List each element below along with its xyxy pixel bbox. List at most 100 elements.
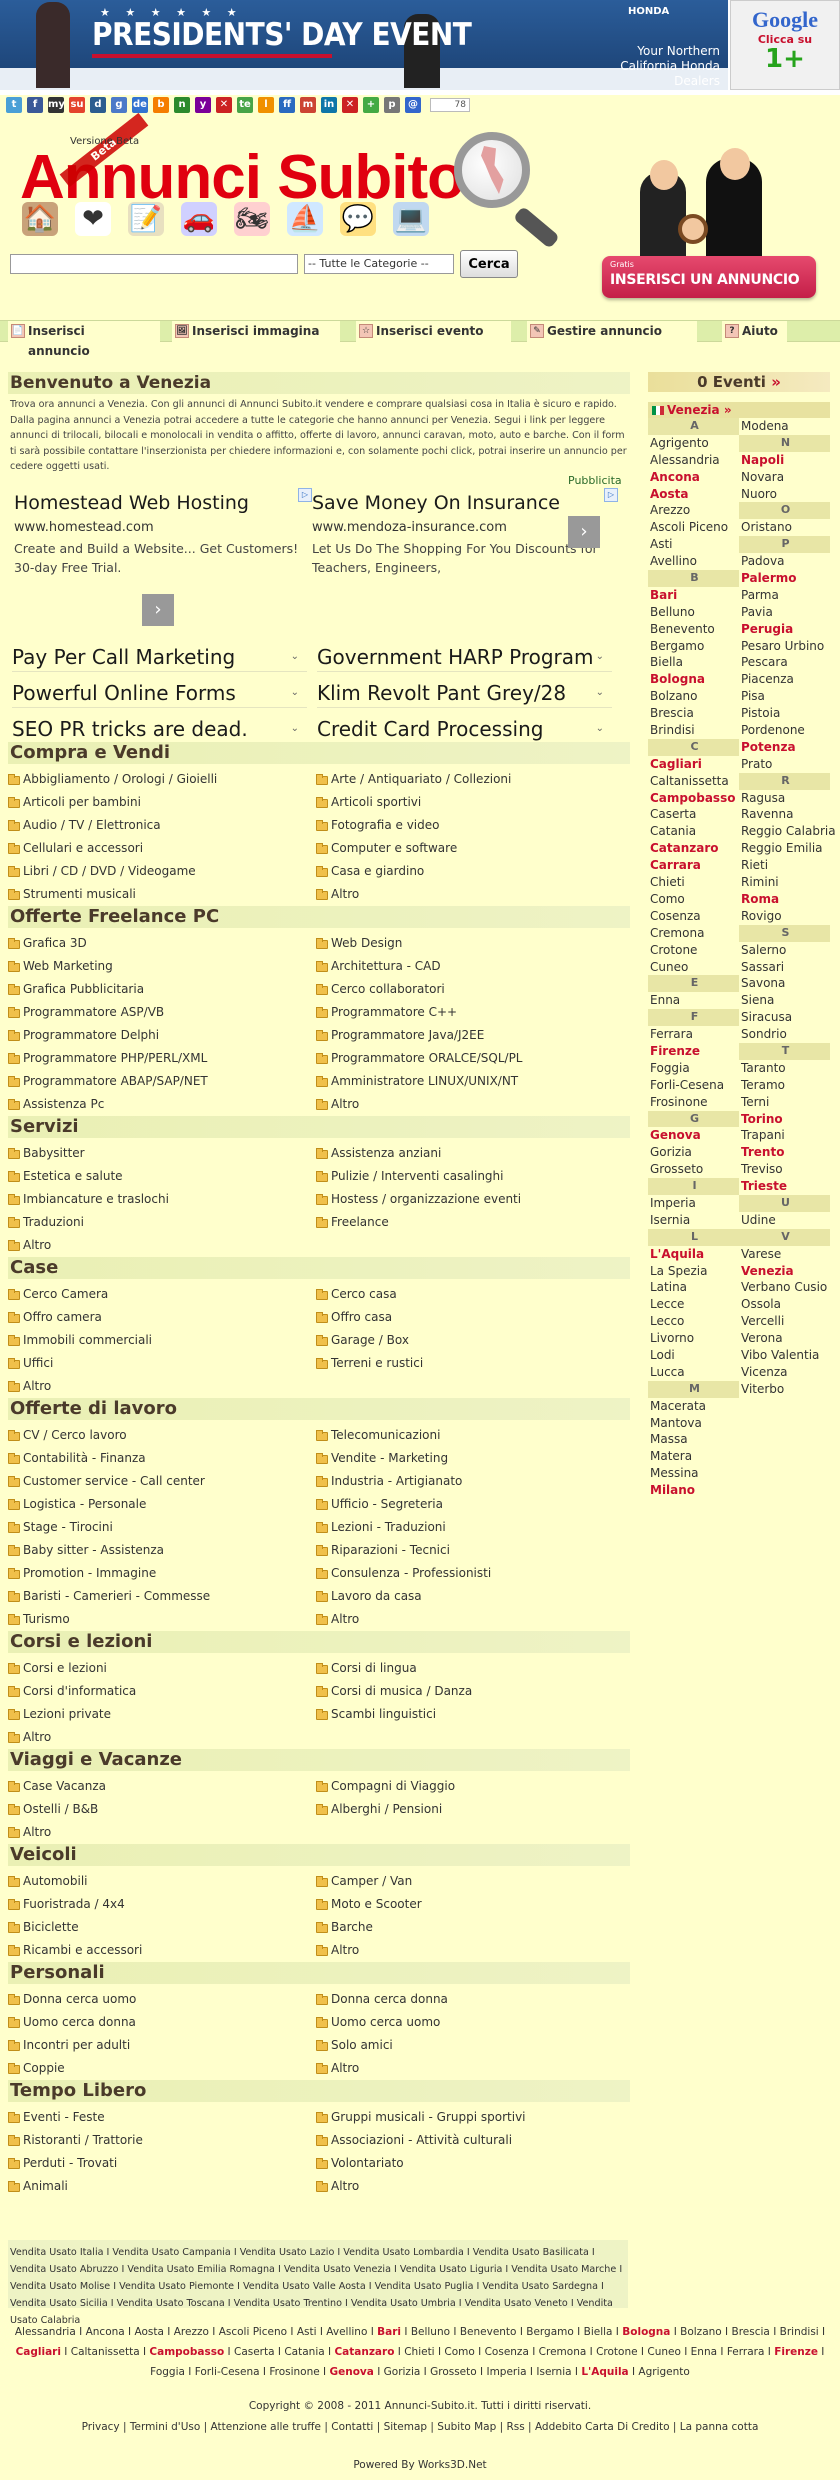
- category-link[interactable]: Compagni di Viaggio: [316, 1775, 616, 1798]
- city-link[interactable]: Cremona: [648, 925, 739, 942]
- category-link[interactable]: Assistenza Pc: [8, 1093, 308, 1116]
- footer-city-link[interactable]: Foggia: [150, 2366, 185, 2378]
- honda-banner-ad[interactable]: ★ ★ ★ ★ ★ ★ PRESIDENTS' DAY EVENT HONDA …: [0, 0, 728, 90]
- city-link[interactable]: Varese: [739, 1246, 830, 1263]
- category-link[interactable]: Uomo cerca uomo: [316, 2011, 616, 2034]
- city-link[interactable]: Piacenza: [739, 671, 830, 688]
- footer-city-link[interactable]: Asti: [297, 2326, 317, 2338]
- footer-city-link[interactable]: Ascoli Piceno: [219, 2326, 287, 2338]
- nav-inserisci-annuncio[interactable]: 📄 Inserisci annuncio: [8, 321, 160, 358]
- category-link[interactable]: Grafica Pubblicitaria: [8, 978, 308, 1001]
- closed-icon-2[interactable]: ✕: [342, 97, 358, 113]
- category-link[interactable]: Altro: [316, 2057, 616, 2080]
- friendfeed-icon[interactable]: ff: [279, 97, 295, 113]
- city-link[interactable]: Torino: [739, 1111, 830, 1128]
- city-link[interactable]: Nuoro: [739, 486, 830, 503]
- footer-city-link[interactable]: Biella: [584, 2326, 613, 2338]
- city-link[interactable]: Reggio Emilia: [739, 840, 830, 857]
- city-link[interactable]: Palermo: [739, 570, 830, 587]
- category-link[interactable]: CV / Cerco lavoro: [8, 1424, 308, 1447]
- city-link[interactable]: Genova: [648, 1127, 739, 1144]
- search-button[interactable]: Cerca: [460, 250, 518, 278]
- city-link[interactable]: Pordenone: [739, 722, 830, 739]
- city-link[interactable]: Imperia: [648, 1195, 739, 1212]
- footer-city-link[interactable]: Caltanissetta: [71, 2346, 140, 2358]
- category-link[interactable]: Eventi - Feste: [8, 2106, 308, 2129]
- category-link[interactable]: Consulenza - Professionisti: [316, 1562, 616, 1585]
- category-link[interactable]: Fotografia e video: [316, 814, 616, 837]
- city-link[interactable]: Foggia: [648, 1060, 739, 1077]
- category-link[interactable]: Strumenti musicali: [8, 883, 308, 906]
- city-link[interactable]: Vercelli: [739, 1313, 830, 1330]
- footer-city-link[interactable]: Belluno: [411, 2326, 450, 2338]
- footer-city-link[interactable]: Isernia: [536, 2366, 571, 2378]
- category-link[interactable]: Freelance: [316, 1211, 616, 1234]
- city-link[interactable]: Oristano: [739, 519, 830, 536]
- category-link[interactable]: Automobili: [8, 1870, 308, 1893]
- city-link[interactable]: Lecco: [648, 1313, 739, 1330]
- footer-link[interactable]: Attenzione alle truffe: [211, 2421, 322, 2433]
- city-link[interactable]: Bolzano: [648, 688, 739, 705]
- category-link[interactable]: Turismo: [8, 1608, 308, 1631]
- category-link[interactable]: Altro: [316, 883, 616, 906]
- category-link[interactable]: Biciclette: [8, 1916, 308, 1939]
- city-link[interactable]: Trapani: [739, 1127, 830, 1144]
- city-link[interactable]: Mantova: [648, 1415, 739, 1432]
- category-link[interactable]: Altro: [316, 1608, 616, 1631]
- footer-city-link[interactable]: Avellino: [326, 2326, 367, 2338]
- city-link[interactable]: Terni: [739, 1094, 830, 1111]
- nav-inserisci-immagina[interactable]: 🖼 Inserisci immagina: [172, 321, 340, 342]
- ad-title[interactable]: Save Money On Insurance: [312, 492, 610, 514]
- twitter-icon[interactable]: t: [6, 97, 22, 113]
- footer-city-link[interactable]: Catania: [284, 2346, 324, 2358]
- city-link[interactable]: Parma: [739, 587, 830, 604]
- category-link[interactable]: Volontariato: [316, 2152, 616, 2175]
- city-link[interactable]: Ferrara: [648, 1026, 739, 1043]
- ad-homestead[interactable]: Homestead Web Hosting www.homestead.com …: [14, 492, 312, 577]
- category-link[interactable]: Uffici: [8, 1352, 308, 1375]
- footer-link[interactable]: Rss: [506, 2421, 524, 2433]
- category-link[interactable]: Alberghi / Pensioni: [316, 1798, 616, 1821]
- footer-city-link[interactable]: Frosinone: [269, 2366, 319, 2378]
- digg-icon[interactable]: d: [90, 97, 106, 113]
- city-link[interactable]: Verbano Cusio: [739, 1279, 830, 1296]
- category-link[interactable]: Programmatore C++: [316, 1001, 616, 1024]
- city-link[interactable]: Ravenna: [739, 806, 830, 823]
- category-link[interactable]: Pulizie / Interventi casalinghi: [316, 1165, 616, 1188]
- city-link[interactable]: Cosenza: [648, 908, 739, 925]
- footer-city-link[interactable]: Bolzano: [680, 2326, 722, 2338]
- netvibes-icon[interactable]: n: [174, 97, 190, 113]
- category-link[interactable]: Assistenza anziani: [316, 1142, 616, 1165]
- city-link[interactable]: Pescara: [739, 654, 830, 671]
- closed-icon-1[interactable]: ✕: [216, 97, 232, 113]
- footer-city-link[interactable]: Aosta: [134, 2326, 163, 2338]
- category-link[interactable]: Gruppi musicali - Gruppi sportivi: [316, 2106, 616, 2129]
- footer-city-link[interactable]: Ancona: [86, 2326, 125, 2338]
- category-link[interactable]: Scambi linguistici: [316, 1703, 616, 1726]
- footer-city-link[interactable]: Campobasso: [149, 2346, 224, 2358]
- footer-city-link[interactable]: Benevento: [460, 2326, 517, 2338]
- category-link[interactable]: Corsi d'informatica: [8, 1680, 308, 1703]
- city-link[interactable]: L'Aquila: [648, 1246, 739, 1263]
- keyword-link[interactable]: Klim Revolt Pant Grey/28 ⌄: [317, 678, 612, 708]
- city-link[interactable]: Bergamo: [648, 638, 739, 655]
- city-link[interactable]: Belluno: [648, 604, 739, 621]
- footer-seo-links[interactable]: Vendita Usato Italia I Vendita Usato Cam…: [8, 2240, 628, 2326]
- current-city[interactable]: Venezia »: [648, 402, 830, 418]
- city-link[interactable]: Messina: [648, 1465, 739, 1482]
- city-link[interactable]: Latina: [648, 1279, 739, 1296]
- category-link[interactable]: Altro: [8, 1821, 308, 1844]
- category-link[interactable]: Associazioni - Attività culturali: [316, 2129, 616, 2152]
- category-link[interactable]: Ufficio - Segreteria: [316, 1493, 616, 1516]
- stumbleupon-icon[interactable]: su: [69, 97, 85, 113]
- city-link[interactable]: Brescia: [648, 705, 739, 722]
- category-link[interactable]: Corsi di lingua: [316, 1657, 616, 1680]
- city-link[interactable]: Lecce: [648, 1296, 739, 1313]
- city-link[interactable]: Rimini: [739, 874, 830, 891]
- footer-city-link[interactable]: Brindisi: [780, 2326, 819, 2338]
- footer-city-link[interactable]: Bergamo: [526, 2326, 574, 2338]
- keyword-link[interactable]: Credit Card Processing ⌄: [317, 714, 612, 744]
- category-link[interactable]: Arte / Antiquariato / Collezioni: [316, 768, 616, 791]
- city-link[interactable]: Prato: [739, 756, 830, 773]
- city-link[interactable]: Venezia: [739, 1263, 830, 1280]
